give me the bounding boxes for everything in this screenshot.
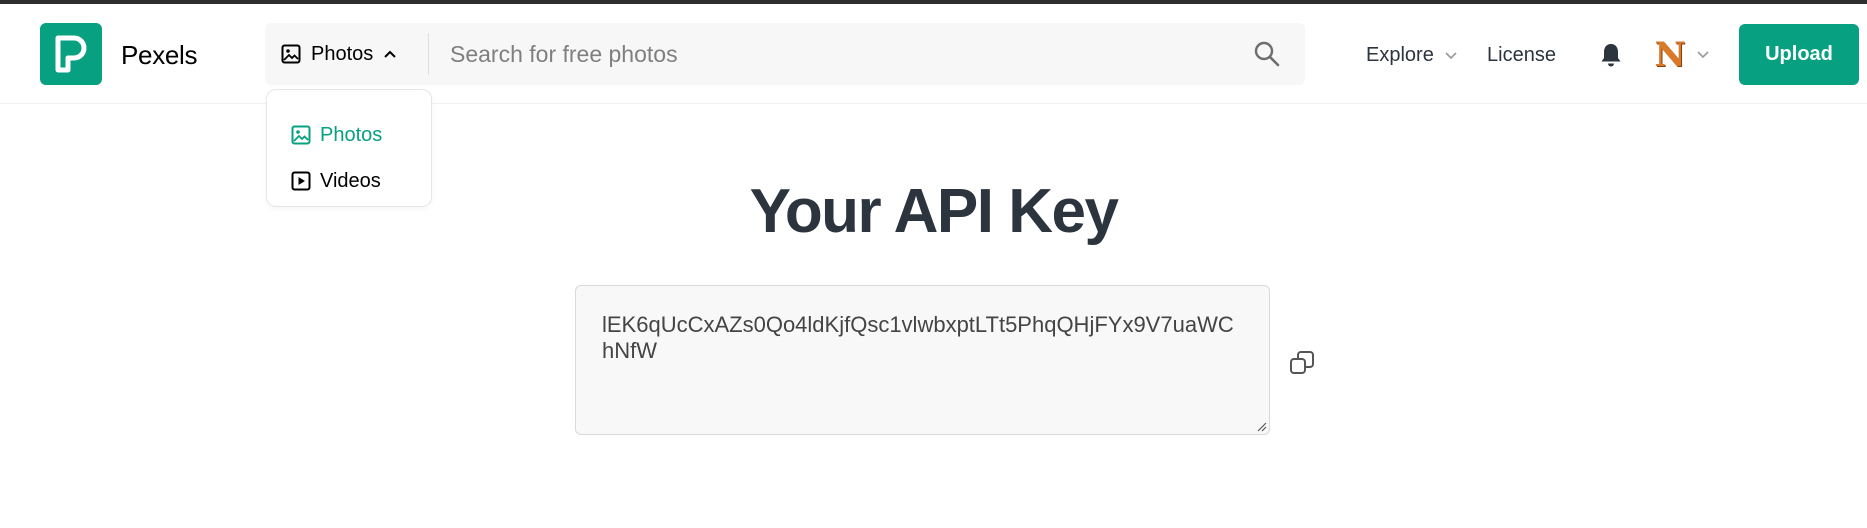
page-title: Your API Key (749, 177, 1119, 246)
pexels-logo[interactable] (40, 23, 102, 85)
image-icon (291, 125, 311, 145)
upload-button[interactable]: Upload (1739, 24, 1859, 85)
search-divider (428, 33, 429, 75)
copy-icon[interactable] (1289, 350, 1315, 376)
search-icon[interactable] (1253, 40, 1281, 68)
nav-license[interactable]: License (1487, 44, 1556, 67)
brand-name[interactable]: Pexels (121, 40, 198, 71)
bell-icon[interactable] (1599, 42, 1623, 68)
search-type-select[interactable]: Photos (265, 23, 428, 85)
dropdown-item-label: Photos (320, 123, 383, 146)
resize-handle-icon[interactable] (1257, 422, 1267, 432)
api-key-field[interactable]: lEK6qUcCxAZs0Qo4ldKjfQsc1vlwbxptLTt5PhqQ… (575, 285, 1270, 435)
nav-explore[interactable]: Explore (1366, 44, 1458, 67)
chevron-up-icon (384, 50, 396, 58)
nav-explore-label: Explore (1366, 44, 1434, 66)
user-menu[interactable]: N (1654, 35, 1710, 75)
avatar: N (1654, 35, 1686, 75)
chevron-down-icon (1445, 51, 1457, 59)
chevron-down-icon (1697, 51, 1709, 59)
search-input[interactable] (450, 31, 1250, 77)
search-type-label: Photos (311, 42, 374, 65)
dropdown-item-photos[interactable]: Photos (267, 112, 431, 158)
pexels-logo-icon (55, 35, 87, 73)
image-icon (281, 44, 301, 64)
search-bar: Photos (265, 23, 1305, 85)
